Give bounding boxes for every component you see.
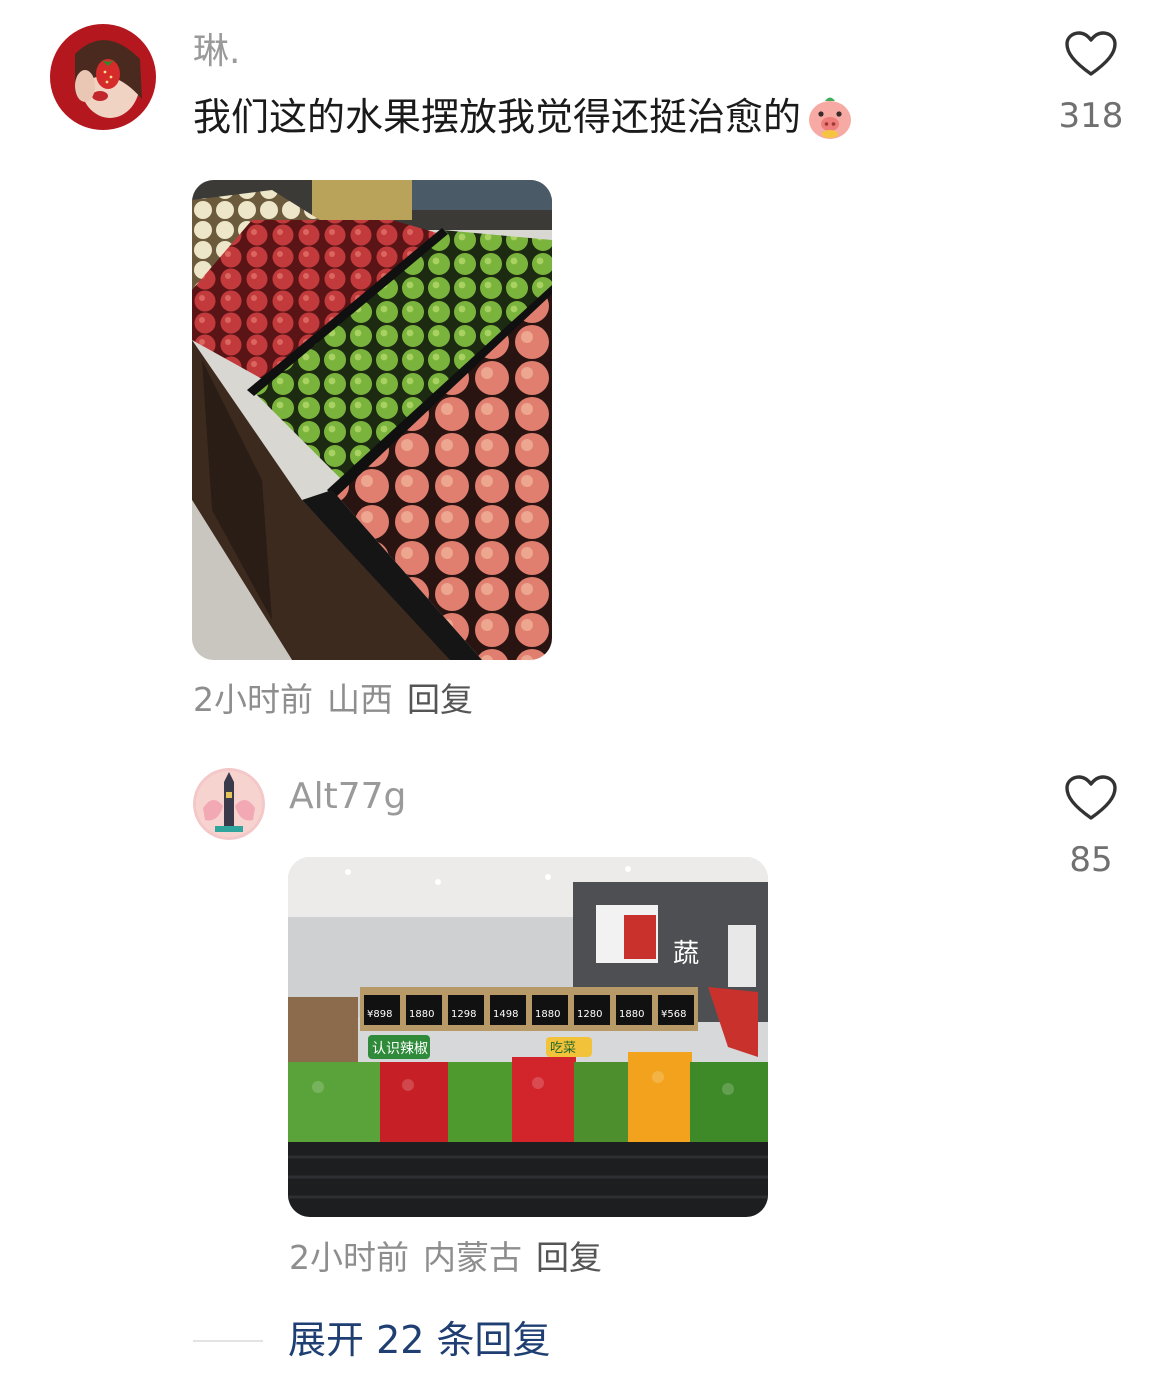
user-avatar[interactable]: [193, 768, 265, 840]
comment-location: 山西: [327, 680, 393, 719]
price-tag-label: 1298: [451, 1009, 476, 1020]
comment-photo[interactable]: 蔬 ¥898 1880 1298 1498 1880 1280 1880 ¥568 认识辣椒 …: [288, 857, 768, 1217]
comment-text: 我们这的水果摆放我觉得还挺治愈的: [193, 95, 802, 139]
price-tag-label: 1880: [409, 1009, 434, 1020]
peppers-sign: 认识辣椒: [372, 1041, 428, 1057]
comment-body: 我们这的水果摆放我觉得还挺治愈的: [193, 92, 855, 142]
price-tag-label: 1880: [619, 1009, 644, 1020]
reply-button[interactable]: 回复: [536, 1238, 602, 1278]
expand-replies-link[interactable]: 展开 22 条回复: [288, 1316, 551, 1364]
eat-vegetables-sign: 吃菜: [550, 1040, 576, 1056]
reply-button[interactable]: 回复: [407, 680, 473, 720]
heart-like-icon[interactable]: [1064, 30, 1118, 78]
comment-time: 2小时前: [289, 1238, 409, 1277]
comment-time: 2小时前: [193, 680, 313, 719]
comment-location: 内蒙古: [423, 1238, 522, 1277]
user-avatar[interactable]: [50, 24, 156, 130]
comment-thread: 琳. 我们这的水果摆放我觉得还挺治愈的 2小时前 山西 回复 318 Alt77…: [0, 0, 1170, 1382]
price-tag-label: ¥898: [367, 1009, 392, 1020]
username[interactable]: Alt77g: [289, 775, 406, 819]
produce-section-sign: 蔬: [673, 939, 699, 969]
username[interactable]: 琳.: [193, 30, 240, 74]
comment-meta: 2小时前 山西 回复: [193, 680, 473, 720]
comment-photo[interactable]: [192, 180, 552, 660]
pig-emoji-icon: [805, 92, 855, 142]
comment-meta: 2小时前 内蒙古 回复: [289, 1238, 602, 1278]
price-tag-label: ¥568: [661, 1009, 686, 1020]
divider-line: [193, 1340, 263, 1342]
like-count: 85: [1069, 840, 1113, 880]
price-tag-label: 1498: [493, 1009, 518, 1020]
heart-like-icon[interactable]: [1064, 774, 1118, 822]
price-tag-label: 1880: [535, 1009, 560, 1020]
price-tag-label: 1280: [577, 1009, 602, 1020]
like-count: 318: [1058, 96, 1124, 136]
